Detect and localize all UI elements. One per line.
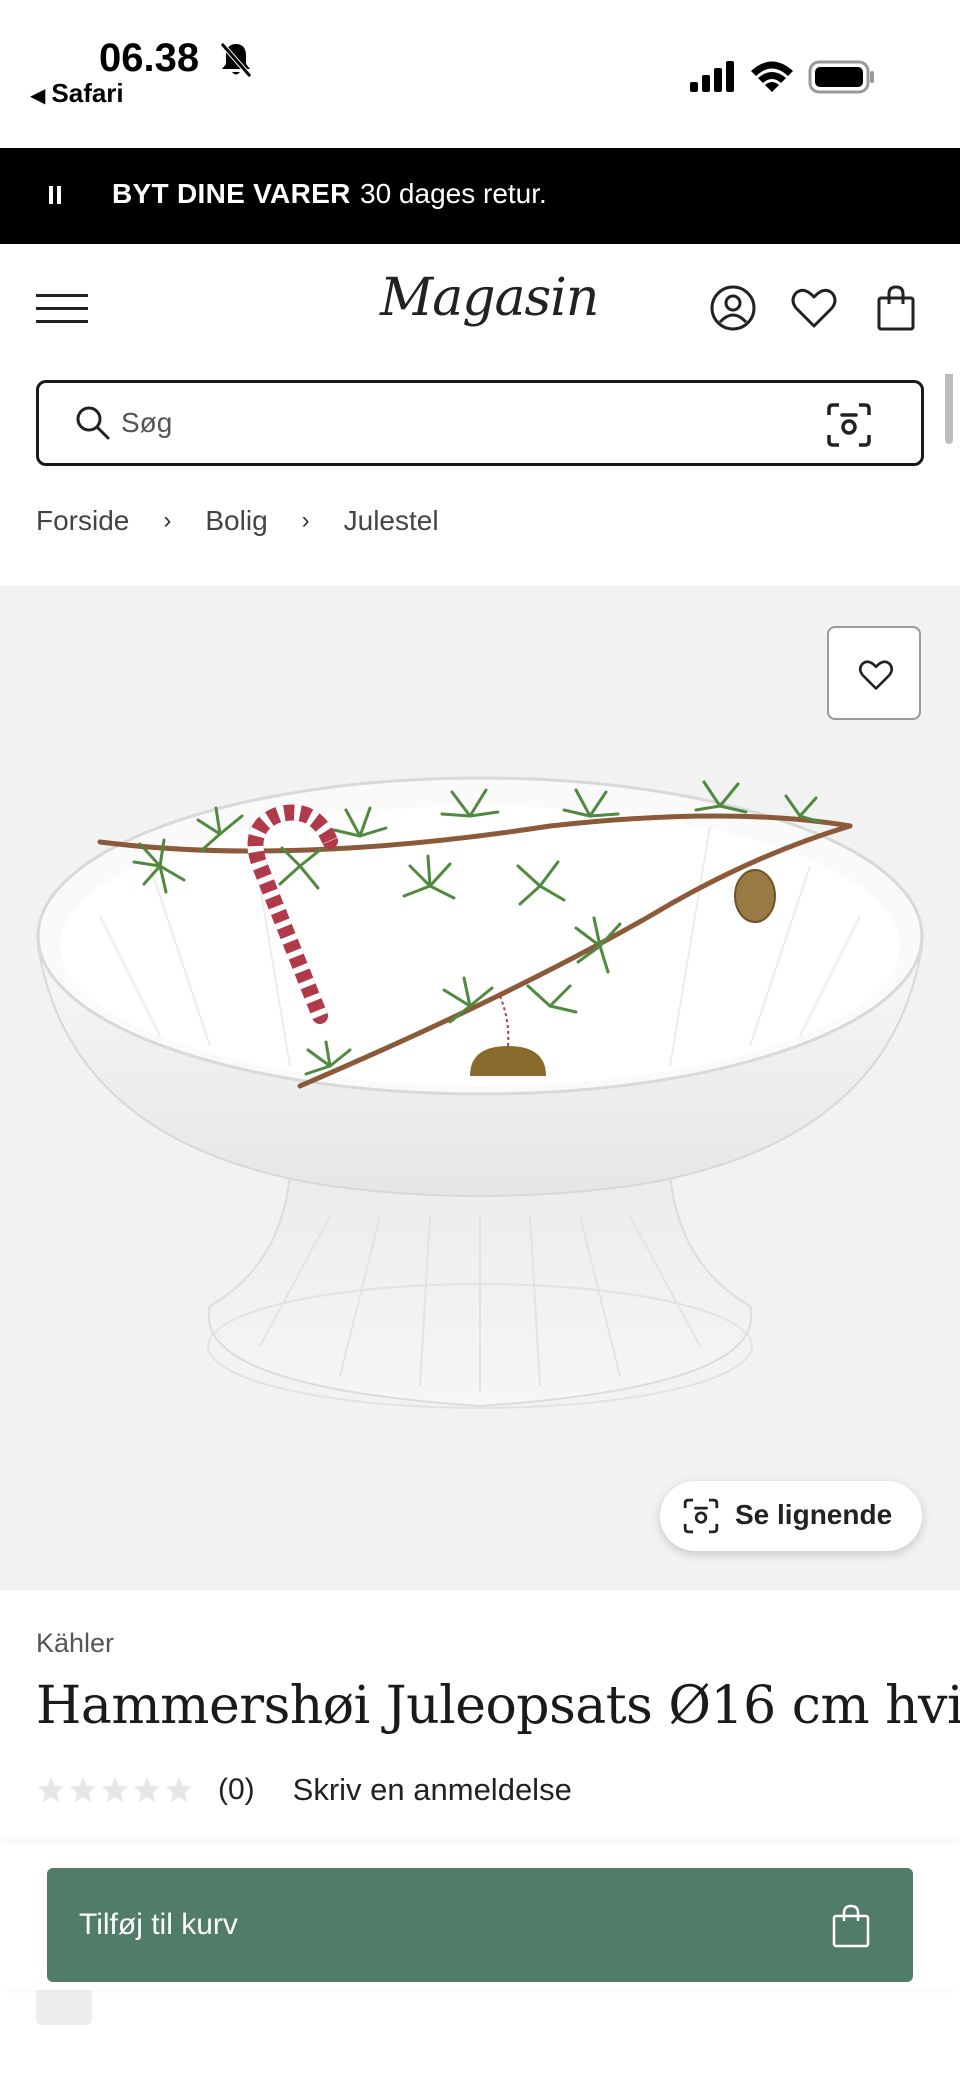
status-bar: 06.38 ◀ Safari (0, 0, 960, 148)
breadcrumb-separator: › (301, 507, 310, 534)
product-rating: (0) Skriv en anmeldelse (36, 1772, 572, 1808)
star-icon (134, 1777, 160, 1802)
add-to-cart-button[interactable]: Tilføj til kurv (47, 1868, 913, 1982)
user-icon[interactable] (709, 284, 757, 332)
status-time: 06.38 (99, 36, 200, 80)
rating-count: (0) (218, 1773, 255, 1806)
rating-stars (36, 1775, 194, 1805)
star-icon (38, 1777, 64, 1802)
product-image (36, 776, 924, 1409)
product-title: Hammershøi Juleopsats Ø16 cm hvid (36, 1676, 960, 1736)
pause-icon[interactable] (46, 182, 64, 210)
back-app-label: Safari (51, 78, 124, 108)
magasin-logo[interactable]: Magasin (380, 268, 599, 328)
search-icon (76, 406, 110, 440)
heart-icon[interactable] (790, 284, 838, 332)
wifi-icon (751, 61, 793, 92)
product-image-area[interactable]: Se lignende (0, 586, 960, 1590)
star-icon (70, 1777, 96, 1802)
breadcrumb: Forside › Bolig › Julestel (36, 505, 439, 537)
menu-icon (36, 294, 88, 297)
site-header: Magasin (0, 244, 960, 374)
heart-icon (858, 660, 894, 690)
add-to-wishlist-button[interactable] (827, 626, 921, 720)
bag-icon[interactable] (872, 284, 920, 332)
breadcrumb-item-forside[interactable]: Forside (36, 505, 129, 537)
breadcrumb-item-julestel[interactable]: Julestel (344, 505, 439, 537)
star-icon (166, 1777, 192, 1802)
search-bar[interactable] (36, 380, 924, 466)
signal-icon (690, 61, 734, 92)
see-similar-label: Se lignende (735, 1499, 893, 1530)
sticky-add-to-cart-bar: Tilføj til kurv (0, 1843, 960, 1990)
add-to-cart-label: Tilføj til kurv (79, 1908, 238, 1941)
magasin-m-logo-icon (36, 1985, 92, 2025)
camera-scan-icon (683, 1498, 719, 1534)
promo-bar: BYT DINE VARER 30 dages retur. (0, 148, 960, 244)
write-review-link[interactable]: Skriv en anmeldelse (293, 1772, 572, 1808)
star-icon (102, 1777, 128, 1802)
product-brand[interactable]: Kähler (36, 1628, 114, 1659)
see-similar-button[interactable]: Se lignende (660, 1481, 922, 1551)
camera-scan-icon[interactable] (825, 401, 873, 449)
promo-headline: BYT DINE VARER (112, 178, 351, 209)
search-input[interactable] (121, 401, 761, 445)
loyalty-info-row (36, 1985, 916, 2025)
bell-slash-icon (220, 42, 252, 78)
bag-icon (832, 1904, 870, 1948)
back-triangle-icon: ◀ (30, 85, 46, 107)
menu-button[interactable] (36, 290, 88, 326)
breadcrumb-item-bolig[interactable]: Bolig (205, 505, 267, 537)
promo-text: 30 dages retur. (360, 178, 547, 209)
back-to-safari[interactable]: ◀ Safari (30, 78, 124, 109)
breadcrumb-separator: › (163, 507, 172, 534)
battery-icon (808, 60, 874, 94)
